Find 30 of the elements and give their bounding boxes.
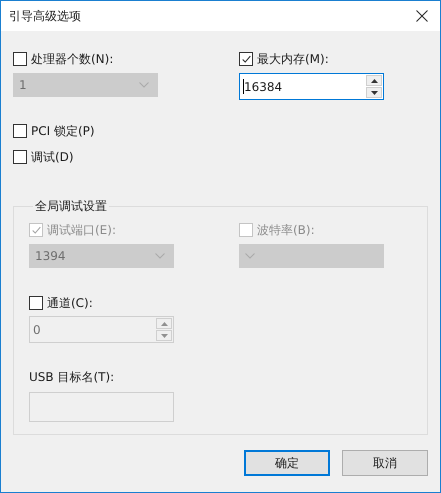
- checkbox[interactable]: [239, 52, 253, 66]
- checkbox[interactable]: [13, 124, 27, 138]
- caret-up-icon: [160, 322, 168, 326]
- chevron-down-icon: [245, 253, 255, 259]
- dialog-button[interactable]: 确定: [244, 450, 330, 476]
- checkbox[interactable]: [13, 150, 27, 164]
- checkbox-label: 调试端口(E):: [47, 222, 116, 238]
- checkbox-label: 通道(C):: [47, 294, 93, 312]
- caret-down-icon: [160, 334, 168, 338]
- spin-up-button[interactable]: [366, 75, 382, 86]
- field-label: USB 目标名(T):: [29, 369, 116, 386]
- checkbox-label: 最大内存(M):: [257, 50, 329, 68]
- number-value: 16384: [242, 78, 284, 96]
- number-value: 0: [32, 322, 42, 338]
- chevron-down-icon: [155, 253, 165, 259]
- group-title: 全局调试设置: [34, 198, 108, 215]
- caret-down-icon: [370, 90, 378, 94]
- checkbox-label: PCI 锁定(P): [31, 122, 95, 140]
- dropdown-value: 1: [19, 78, 27, 92]
- caret-up-icon: [370, 78, 378, 82]
- window-title: 引导高级选项: [9, 8, 81, 24]
- checkbox-label: 调试(D): [31, 148, 74, 166]
- number-field[interactable]: 16384: [239, 73, 384, 100]
- chevron-down-icon: [139, 82, 149, 88]
- checkbox-label: 波特率(B):: [257, 222, 315, 238]
- spin-down-button[interactable]: [366, 87, 382, 98]
- checkbox-label: 处理器个数(N):: [31, 50, 114, 68]
- close-icon[interactable]: [416, 10, 428, 22]
- dropdown-value: 1394: [35, 249, 66, 263]
- dialog-button[interactable]: 取消: [342, 450, 428, 476]
